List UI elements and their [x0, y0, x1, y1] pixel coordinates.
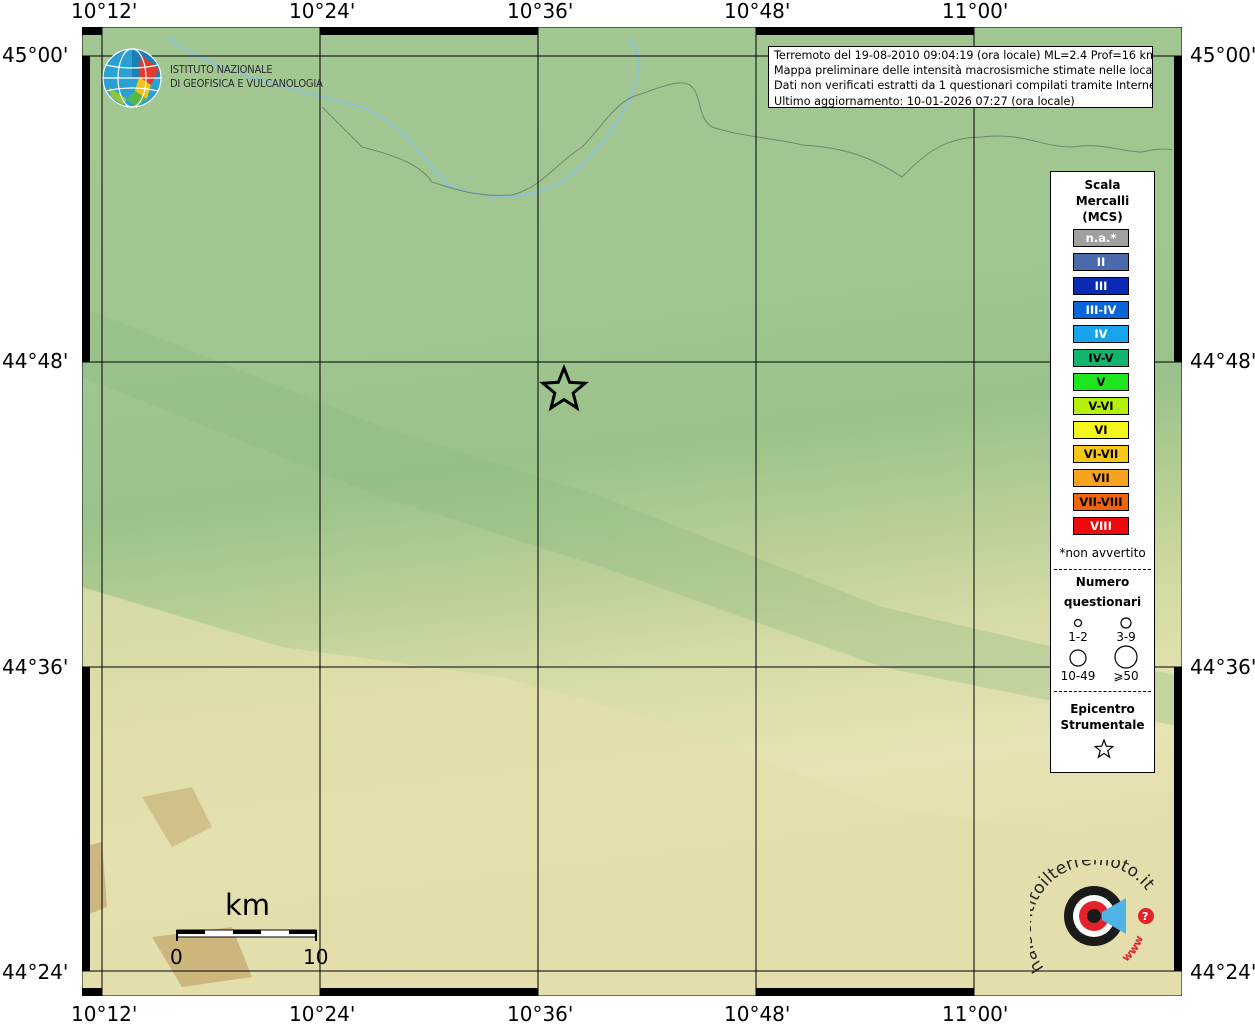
intensity-swatch: III [1073, 277, 1129, 295]
lon-label-bottom-2: 10°24' [289, 1002, 356, 1026]
circle-3-9 [1120, 617, 1132, 629]
intensity-swatch: IV [1073, 325, 1129, 343]
ingv-logo-text: ISTITUTO NAZIONALE DI GEOFISICA E VULCAN… [170, 63, 323, 91]
lon-label-bottom-3: 10°36' [507, 1002, 574, 1026]
scalebar-start: 0 [170, 945, 183, 969]
intensity-swatch: V-VI [1073, 397, 1129, 415]
legend-divider-1 [1054, 569, 1151, 570]
ingv-logo-line1: ISTITUTO NAZIONALE [170, 63, 273, 76]
lat-label-left-4: 44°24' [2, 960, 69, 984]
circle-1-2 [1073, 618, 1083, 628]
lon-label-top-5: 11°00' [942, 0, 1009, 23]
lon-label-top-1: 10°12' [71, 0, 138, 23]
event-info-line4: Ultimo aggiornamento: 10-01-2026 07:27 (… [774, 94, 1075, 108]
map-canvas[interactable] [82, 27, 1182, 996]
event-info-line3: Dati non verificati estratti da 1 questi… [774, 79, 1153, 93]
legend-divider-2 [1054, 691, 1151, 692]
lat-label-left-2: 44°48' [2, 349, 69, 373]
lon-label-bottom-1: 10°12' [71, 1002, 138, 1026]
event-info-box: Terremoto del 19-08-2010 09:04:19 (ora l… [768, 46, 1153, 108]
intensity-swatch: n.a.* [1073, 229, 1129, 247]
map-frame [82, 27, 1182, 996]
ingv-globe-icon [102, 48, 162, 108]
lon-label-bottom-4: 10°48' [724, 1002, 791, 1026]
circle-50-plus [1114, 645, 1138, 669]
intensity-swatch: VII-VIII [1073, 493, 1129, 511]
intensity-swatch: VI [1073, 421, 1129, 439]
svg-text:haisentitoilterremoto.it: haisentitoilterremoto.it [1030, 860, 1158, 975]
count-label-10-49: 10-49 [1060, 669, 1096, 683]
lon-label-top-2: 10°24' [289, 0, 356, 23]
legend-title-mcs: (MCS) [1082, 210, 1123, 224]
haisentito-url: haisentitoilterremoto.it [1030, 860, 1158, 975]
legend-count-title2: questionari [1063, 595, 1142, 609]
lat-label-right-1: 45°00' [1190, 43, 1255, 67]
legend-panel: Scala Mercalli (MCS) n.a.* II III III-IV IV I… [1050, 171, 1155, 773]
lon-label-bottom-5: 11°00' [942, 1002, 1009, 1026]
legend-count-title1: Numero [1075, 575, 1130, 589]
haisentito-text: haisentitoilterremoto.it www. [1030, 860, 1158, 975]
count-label-3-9: 3-9 [1116, 630, 1136, 644]
intensity-swatch: VIII [1073, 517, 1129, 535]
legend-epi-title2: Strumentale [1060, 718, 1145, 732]
scalebar [176, 929, 317, 941]
intensity-swatch: VII [1073, 469, 1129, 487]
legend-epi-title1: Epicentro [1070, 702, 1135, 716]
ingv-logo-line2: DI GEOFISICA E VULCANOLOGIA [170, 77, 323, 90]
event-info-line2: Mappa preliminare delle intensità macros… [774, 64, 1153, 78]
lon-label-top-4: 10°48' [724, 0, 791, 23]
intensity-swatch: II [1073, 253, 1129, 271]
intensity-swatch: V [1073, 373, 1129, 391]
lat-label-right-2: 44°48' [1190, 349, 1255, 373]
count-label-1-2: 1-2 [1068, 630, 1088, 644]
count-label-50-plus: ⩾50 [1113, 669, 1139, 683]
lon-label-top-3: 10°36' [507, 0, 574, 23]
scalebar-end: 10 [303, 945, 329, 969]
lat-label-left-1: 45°00' [2, 43, 69, 67]
legend-star-icon [1094, 739, 1114, 759]
intensity-swatch: III-IV [1073, 301, 1129, 319]
scalebar-unit: km [225, 888, 271, 922]
legend-title-scala: Scala [1084, 178, 1121, 192]
lat-label-right-3: 44°36' [1190, 655, 1255, 679]
circle-10-49 [1069, 649, 1087, 667]
legend-na-note: *non avvertito [1059, 546, 1146, 560]
lat-label-right-4: 44°24' [1190, 960, 1255, 984]
legend-title-mercalli: Mercalli [1075, 194, 1130, 208]
event-info-line1: Terremoto del 19-08-2010 09:04:19 (ora l… [774, 49, 1153, 62]
intensity-swatch: VI-VII [1073, 445, 1129, 463]
intensity-swatch: IV-V [1073, 349, 1129, 367]
lat-label-left-3: 44°36' [2, 655, 69, 679]
